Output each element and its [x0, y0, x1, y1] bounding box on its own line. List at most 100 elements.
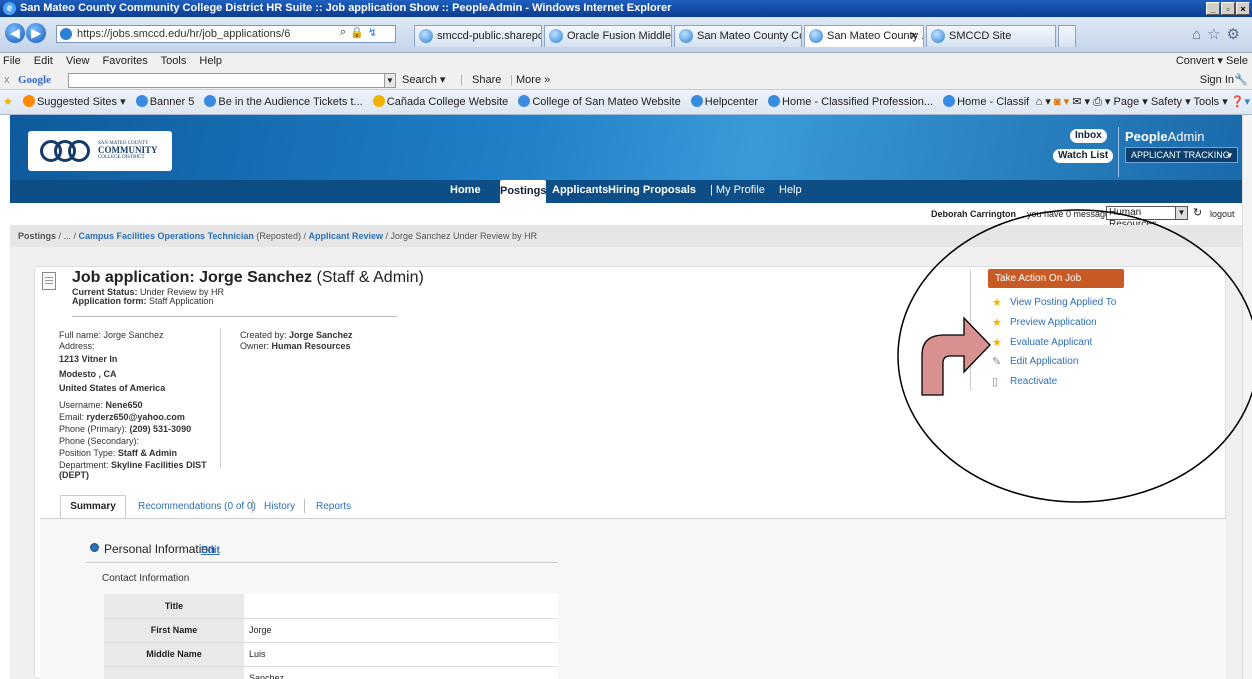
breadcrumb-applicant-review[interactable]: Applicant Review	[308, 231, 383, 241]
nav-hiring-proposals[interactable]: Hiring Proposals	[608, 184, 696, 196]
feeds-icon[interactable]: ◙ ▾	[1054, 96, 1069, 108]
google-search-input[interactable]	[68, 73, 386, 88]
table-row: Title	[104, 594, 558, 619]
menu-help[interactable]: Help	[199, 55, 222, 67]
close-icon[interactable]: ×	[1236, 2, 1250, 15]
browser-tab[interactable]: SMCCD Site	[926, 25, 1056, 47]
refresh-icon[interactable]: ↻	[1193, 206, 1202, 219]
browser-tools: ⌂☆⚙	[1192, 25, 1246, 43]
messages-link[interactable]: , you have 0 messages.	[1022, 209, 1117, 219]
logout-link[interactable]: logout	[1210, 209, 1235, 219]
maximize-icon[interactable]: ▫	[1221, 2, 1235, 15]
favorite-link[interactable]: College of San Mateo Website	[518, 95, 681, 108]
toolbar-close-icon[interactable]: x	[4, 70, 10, 90]
browser-tab-active[interactable]: San Mateo County ... ×	[804, 25, 924, 47]
breadcrumb-posting[interactable]: Campus Facilities Operations Technician	[79, 231, 254, 241]
favorite-link[interactable]: Home - Classified Profession...	[768, 95, 933, 108]
search-icon[interactable]: ⌕	[340, 26, 346, 39]
tab-summary[interactable]: Summary	[60, 495, 126, 519]
logo-rings-icon	[40, 140, 94, 162]
browser-tab[interactable]: Oracle Fusion Middlewar...	[544, 25, 672, 47]
print-icon[interactable]: ⎙ ▾	[1093, 96, 1110, 108]
star-icon: ★	[992, 317, 1002, 329]
inbox-button[interactable]: Inbox	[1070, 129, 1107, 143]
phone-secondary: Phone (Secondary):	[59, 436, 140, 446]
ie-page-icon	[135, 95, 148, 107]
tab-close-icon[interactable]: ×	[911, 26, 917, 46]
menu-view[interactable]: View	[66, 55, 90, 67]
application-form: Application form: Staff Application	[72, 296, 214, 306]
convert-menu[interactable]: Convert ▾ Sele	[1176, 53, 1248, 70]
view-posting-link[interactable]: View Posting Applied To	[1010, 297, 1116, 308]
watch-list-button[interactable]: Watch List	[1053, 149, 1114, 163]
favorite-link[interactable]: Be in the Audience Tickets t...	[204, 95, 363, 108]
nav-help[interactable]: Help	[779, 184, 802, 196]
favorite-link[interactable]: Banner 5	[135, 95, 194, 108]
menu-edit[interactable]: Edit	[34, 55, 53, 67]
breadcrumb-current: Jorge Sanchez Under Review by HR	[390, 231, 538, 241]
more-button[interactable]: More »	[516, 70, 550, 90]
ie-page-icon	[943, 95, 956, 107]
role-select[interactable]: Human Resources▼	[1106, 206, 1188, 230]
mail-icon[interactable]: ✉ ▾	[1072, 96, 1090, 108]
college-logo[interactable]: SAN MATEO COUNTY COMMUNITY COLLEGE DISTR…	[28, 131, 172, 171]
menu-tools[interactable]: Tools	[161, 55, 187, 67]
settings-gear-icon[interactable]: ⚙	[1227, 26, 1246, 43]
take-action-button[interactable]: Take Action On Job Application ▾	[988, 269, 1124, 303]
peopleadmin-brand: PeopleAdmin	[1125, 129, 1205, 144]
menu-favorites[interactable]: Favorites	[103, 55, 148, 67]
google-toolbar: x Google ▼ Search ▾ | Share | More » Sig…	[0, 70, 1252, 90]
compat-icon[interactable]: ↯	[368, 26, 377, 39]
browser-tab[interactable]: smccd-public.sharepoin...	[414, 25, 542, 47]
nav-postings[interactable]: Postings	[500, 180, 546, 203]
nav-applicants[interactable]: Applicants	[552, 184, 608, 196]
module-select[interactable]: APPLICANT TRACKING ▾	[1125, 147, 1238, 163]
address-label: Address:	[59, 341, 95, 351]
help-icon[interactable]: ❓▾	[1231, 96, 1250, 108]
minimize-icon[interactable]: _	[1206, 2, 1220, 15]
lock-icon[interactable]: 🔒	[350, 26, 364, 39]
favorites-star-icon[interactable]: ★	[3, 96, 13, 108]
breadcrumb-postings[interactable]: Postings	[18, 231, 56, 241]
created-by: Created by: Jorge Sanchez	[240, 330, 353, 340]
favorites-bar: ★ Suggested Sites ▾ Banner 5 Be in the A…	[0, 90, 1252, 115]
evaluate-applicant-link[interactable]: Evaluate Applicant	[1010, 337, 1092, 348]
edit-application-link[interactable]: Edit Application	[1010, 356, 1078, 367]
nav-my-profile[interactable]: | My Profile	[710, 184, 765, 196]
full-name: Full name: Jorge Sanchez	[59, 330, 164, 340]
google-search-button[interactable]: Search ▾	[402, 70, 445, 90]
share-button[interactable]: Share	[472, 70, 501, 90]
favorites-star-icon[interactable]: ☆	[1207, 26, 1226, 43]
google-search-dropdown[interactable]: ▼	[384, 73, 396, 88]
page-scrollbar[interactable]	[1242, 115, 1252, 679]
user-bar: Deborah Carrington , you have 0 messages…	[10, 203, 1242, 230]
browser-tab[interactable]: San Mateo County Co...	[674, 25, 802, 47]
menu-file[interactable]: File	[3, 55, 21, 67]
back-icon[interactable]: ◀	[5, 23, 25, 43]
chevron-down-icon: ▾	[1227, 150, 1232, 160]
tab-recommendations[interactable]: Recommendations (0 of 0)	[138, 501, 256, 512]
reactivate-link[interactable]: Reactivate	[1010, 376, 1057, 387]
chevron-down-icon: ▼	[1175, 207, 1187, 219]
home-icon[interactable]: ⌂	[1192, 26, 1207, 43]
favorite-link[interactable]: Helpcenter	[690, 95, 758, 108]
phone-primary: Phone (Primary): (209) 531-3090	[59, 424, 192, 434]
nav-home[interactable]: Home	[450, 184, 481, 196]
home-icon[interactable]: ⌂ ▾	[1036, 96, 1051, 108]
tab-history[interactable]: History	[264, 501, 295, 512]
favorite-link[interactable]: Suggested Sites ▾	[22, 95, 126, 108]
edit-personal-link[interactable]: Edit	[201, 545, 220, 556]
tab-ie-icon	[931, 29, 945, 43]
preview-application-link[interactable]: Preview Application	[1010, 317, 1097, 328]
check-circle-icon	[90, 543, 99, 552]
command-menus[interactable]: Page ▾ Safety ▾ Tools ▾	[1114, 96, 1228, 108]
star-icon: ★	[992, 337, 1002, 349]
forward-icon[interactable]: ▶	[26, 23, 46, 43]
tab-reports[interactable]: Reports	[316, 501, 351, 512]
email: Email: ryderz650@yahoo.com	[59, 412, 185, 422]
new-tab-button[interactable]	[1058, 25, 1076, 47]
google-sign-in[interactable]: Sign In	[1200, 70, 1234, 90]
favorite-link[interactable]: Cañada College Website	[372, 95, 508, 108]
wrench-icon[interactable]: 🔧	[1234, 70, 1248, 90]
menu-bar: File Edit View Favorites Tools Help Conv…	[0, 53, 1252, 70]
